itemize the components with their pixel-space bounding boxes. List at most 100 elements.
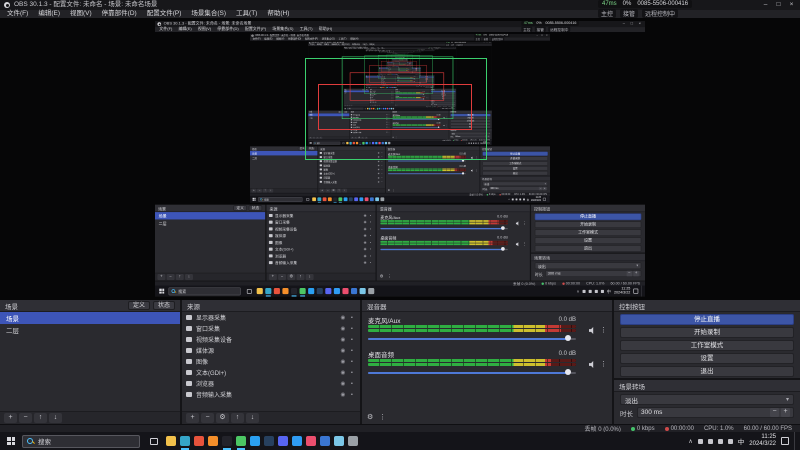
visibility-icon[interactable]: ◉ <box>339 337 347 343</box>
exit-button[interactable]: 退出 <box>620 366 794 377</box>
menu-item[interactable]: 帮助(H) <box>262 10 294 18</box>
taskbar-app-obs[interactable] <box>222 436 232 450</box>
source-item[interactable]: 文本(GDI+) ◉ ▪ <box>182 367 360 378</box>
mixer-settings-button[interactable]: ⚙ <box>367 413 373 422</box>
todesk-icon[interactable] <box>727 438 733 444</box>
start-recording-button[interactable]: 开始录制 <box>620 327 794 338</box>
source-item[interactable]: 音频输入采集 ◉ ▪ <box>182 389 360 400</box>
scenes-header-button-2[interactable]: 状态 <box>152 301 175 310</box>
taskbar-clock[interactable]: 11:25 2024/3/22 <box>749 434 776 448</box>
remove-source-button[interactable]: − <box>201 413 214 423</box>
visibility-icon[interactable]: ◉ <box>339 348 347 354</box>
scenes-dock-header[interactable]: 场景 定义 状态 <box>0 300 180 312</box>
source-item[interactable]: 图像 ◉ ▪ <box>182 356 360 367</box>
duration-decrease-button[interactable]: − <box>770 408 779 417</box>
menu-item[interactable]: 配置文件(P) <box>142 10 187 18</box>
lock-icon[interactable]: ▪ <box>348 326 356 332</box>
channel-menu-icon[interactable]: ⋮ <box>600 327 607 334</box>
visibility-icon[interactable]: ◉ <box>339 392 347 398</box>
source-properties-button[interactable]: ⚙ <box>216 413 229 423</box>
lock-icon[interactable]: ▪ <box>348 370 356 376</box>
scene-move-down-button[interactable]: ↓ <box>49 413 62 423</box>
lock-icon[interactable]: ▪ <box>348 381 356 387</box>
duration-spinbox[interactable]: 300 ms − + <box>637 407 794 418</box>
lock-icon[interactable]: ▪ <box>348 392 356 398</box>
settings-button[interactable]: 设置 <box>620 353 794 364</box>
maximize-button[interactable]: □ <box>772 0 785 10</box>
taskbar-app-store[interactable] <box>334 436 344 446</box>
studio-mode-button[interactable]: 工作室模式 <box>620 340 794 351</box>
scene-item[interactable]: 场景 <box>0 312 180 324</box>
scenes-header-button-1[interactable]: 定义 <box>127 301 150 310</box>
taskbar-app-steam[interactable] <box>264 436 274 446</box>
taskbar-app-file-explorer[interactable] <box>166 436 176 446</box>
network-icon[interactable] <box>697 438 703 444</box>
menu-item[interactable]: 文件(F) <box>2 10 33 18</box>
visibility-icon[interactable]: ◉ <box>339 315 347 321</box>
speaker-icon[interactable] <box>589 327 594 334</box>
close-button[interactable]: × <box>785 0 798 10</box>
source-move-down-button[interactable]: ↓ <box>246 413 259 423</box>
minimize-button[interactable]: – <box>759 0 772 10</box>
tray-chevron-icon[interactable]: ∧ <box>688 438 692 445</box>
menu-item[interactable]: 停靠部件(D) <box>97 10 142 18</box>
source-item[interactable]: 视频采集设备 ◉ ▪ <box>182 334 360 345</box>
visibility-icon[interactable]: ◉ <box>339 381 347 387</box>
add-scene-button[interactable]: + <box>4 413 17 423</box>
source-item[interactable]: 媒体源 ◉ ▪ <box>182 345 360 356</box>
taskbar-app-chrome[interactable] <box>194 436 204 446</box>
add-source-button[interactable]: + <box>186 413 199 423</box>
taskbar-app-music[interactable] <box>306 436 316 446</box>
stop-streaming-button[interactable]: 停止直播 <box>620 314 794 325</box>
lock-icon[interactable]: ▪ <box>348 348 356 354</box>
remove-scene-button[interactable]: − <box>19 413 32 423</box>
volume-slider[interactable] <box>368 334 576 343</box>
mixer-dock-header[interactable]: 混音器 <box>362 300 612 312</box>
source-item[interactable]: 浏览器 ◉ ▪ <box>182 378 360 389</box>
taskbar-app-edge[interactable] <box>180 436 190 450</box>
sources-dock-header[interactable]: 来源 <box>182 300 360 312</box>
taskbar-app-settings[interactable] <box>348 436 358 446</box>
volume-slider-knob[interactable] <box>564 335 571 341</box>
volume-slider[interactable] <box>368 368 576 377</box>
controls-dock-header[interactable]: 控制按钮 <box>614 300 800 312</box>
scene-move-up-button[interactable]: ↑ <box>34 413 47 423</box>
transition-select[interactable]: 淡出 ▾ <box>620 394 794 405</box>
start-button[interactable] <box>0 432 22 450</box>
lock-icon[interactable]: ▪ <box>348 315 356 321</box>
visibility-icon[interactable]: ◉ <box>339 370 347 376</box>
channel-menu-icon[interactable]: ⋮ <box>600 361 607 368</box>
source-item[interactable]: 显示器采集 ◉ ▪ <box>182 312 360 323</box>
taskbar-search[interactable]: 搜索 <box>22 434 140 448</box>
duration-increase-button[interactable]: + <box>781 408 790 417</box>
transitions-dock-header[interactable]: 场景转场 <box>614 380 800 392</box>
volume-slider-knob[interactable] <box>564 369 571 375</box>
menu-item[interactable]: 视图(V) <box>65 10 97 18</box>
visibility-icon[interactable]: ◉ <box>339 326 347 332</box>
taskbar-app-discord[interactable] <box>278 436 288 446</box>
source-selection-box-red[interactable] <box>318 84 472 130</box>
taskbar-app-vscode[interactable] <box>292 436 302 446</box>
menu-item[interactable]: 编辑(E) <box>33 10 65 18</box>
preview-canvas[interactable]: OBS 30.1.3 - 配置文件: 未命名 - 场景: 未命名场景 – □ × 文… <box>0 18 800 300</box>
menu-item[interactable]: 场景集合(S) <box>186 10 231 18</box>
security-icon[interactable] <box>717 438 723 444</box>
volume-icon[interactable] <box>707 438 713 444</box>
task-view-button[interactable] <box>146 432 162 450</box>
taskbar-app-firefox[interactable] <box>208 436 218 446</box>
menu-item[interactable]: 工具(T) <box>231 10 262 18</box>
lock-icon[interactable]: ▪ <box>348 337 356 343</box>
mixer-menu-button[interactable]: ⋮ <box>379 413 386 422</box>
action-center-icon[interactable] <box>781 437 789 445</box>
show-desktop-button[interactable] <box>794 432 798 450</box>
lock-icon[interactable]: ▪ <box>348 359 356 365</box>
source-move-up-button[interactable]: ↑ <box>231 413 244 423</box>
taskbar-app-wechat[interactable] <box>236 436 246 450</box>
scene-item[interactable]: 二层 <box>0 324 180 336</box>
source-item[interactable]: 窗口采集 ◉ ▪ <box>182 323 360 334</box>
taskbar-app-qq[interactable] <box>250 436 260 446</box>
taskbar-app-mail[interactable] <box>320 436 330 446</box>
ime-indicator[interactable]: 中 <box>738 436 745 446</box>
speaker-icon[interactable] <box>589 361 594 368</box>
visibility-icon[interactable]: ◉ <box>339 359 347 365</box>
